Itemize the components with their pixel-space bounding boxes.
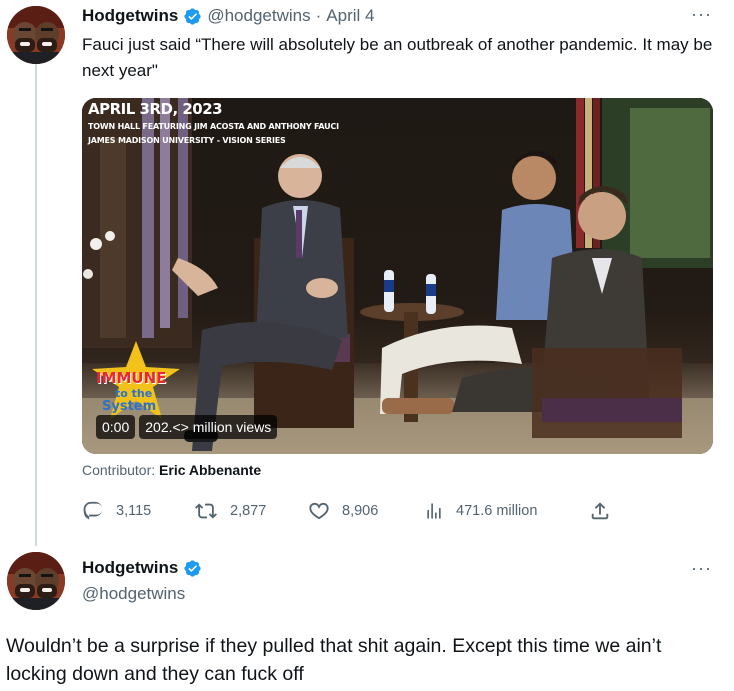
video-overlay-title: APRIL 3RD, 2023 [88,100,223,118]
contributor-name[interactable]: Eric Abbenante [159,462,261,478]
video-info: 0:00 202.<> million views [96,415,278,439]
video-contributor: Contributor: Eric Abbenante [82,462,261,478]
video-player[interactable]: APRIL 3RD, 2023 TOWN HALL FEATURING JIM … [82,98,713,454]
author-avatar[interactable] [7,6,65,64]
views-button[interactable]: 471.6 million [424,498,537,524]
view-count: 471.6 million [456,503,538,519]
reply-header: Hodgetwins [82,558,202,578]
video-overlay-subtitle: TOWN HALL FEATURING JIM ACOSTA AND ANTHO… [88,122,339,131]
verified-badge-icon [183,7,202,26]
reply-icon [82,500,104,522]
heart-icon [308,500,330,522]
thread-connector [35,64,37,546]
contributor-label: Contributor: [82,462,156,478]
share-button[interactable] [589,498,611,524]
retweet-icon [194,500,218,522]
retweet-button[interactable]: 2,877 [194,498,266,524]
reply-tweet[interactable]: Hodgetwins @hodgetwins ··· Wouldn’t be a… [0,545,734,691]
separator-dot: · [315,6,322,25]
author-name[interactable]: Hodgetwins [82,6,178,26]
tweet[interactable]: Hodgetwins @hodgetwins · April 4 ··· Fau… [0,0,734,546]
author-handle[interactable]: @hodgetwins [207,6,310,26]
like-count: 8,906 [342,503,379,519]
reply-author-name[interactable]: Hodgetwins [82,558,178,578]
badge-word-immune: IMMUNE [96,369,167,387]
reply-button[interactable]: 3,115 [82,498,151,524]
tweet-date[interactable]: April 4 [326,6,374,26]
analytics-icon [424,501,444,521]
reply-text: Wouldn’t be a surprise if they pulled th… [6,635,662,685]
video-overlay-series: JAMES MADISON UNIVERSITY - VISION SERIES [88,136,286,145]
reply-author-avatar[interactable] [7,552,65,610]
like-button[interactable]: 8,906 [308,498,378,524]
more-icon[interactable]: ··· [691,4,712,25]
reply-author-handle[interactable]: @hodgetwins [82,584,185,604]
tweet-header: Hodgetwins @hodgetwins · April 4 [82,4,374,28]
retweet-count: 2,877 [230,503,267,519]
video-time: 0:00 [96,415,136,439]
reply-count: 3,115 [116,503,152,519]
verified-badge-icon [183,559,202,578]
badge-word-system: System [102,399,157,414]
more-icon[interactable]: ··· [691,558,712,579]
tweet-text: Fauci just said “There will absolutely b… [82,35,713,80]
tweet-actions: 3,115 2,877 8,906 471.6 million [82,498,622,524]
share-icon [589,500,611,522]
video-views: 202.<> million views [139,415,278,439]
